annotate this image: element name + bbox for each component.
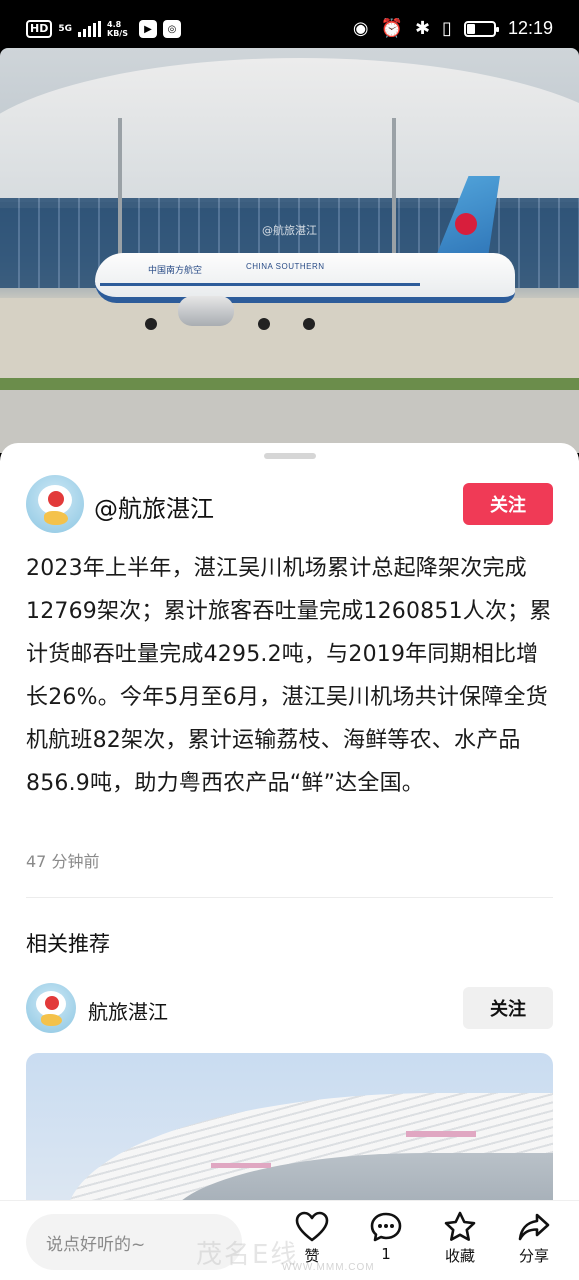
airplane [95,253,515,303]
image-watermark: @航旅湛江 [262,224,317,237]
author-avatar[interactable] [26,475,84,533]
landing-gear [145,318,157,330]
airline-logo [455,213,477,235]
airline-name-en: CHINA SOUTHERN [246,262,325,271]
site-watermark-url: WWW.MMM.COM [282,1262,375,1273]
landing-gear [258,318,270,330]
post-card: @航旅湛江 关注 2023年上半年，湛江吴川机场累计总起降架次完成12769架次… [0,443,579,1280]
grass-strip [0,378,579,390]
airplane-engine [178,296,234,326]
share-arrow-icon [518,1213,550,1241]
share-button[interactable]: 分享 [504,1211,564,1266]
app-notification-icon-2: ◎ [163,20,181,38]
post-hero-image[interactable]: 中国南方航空 CHINA SOUTHERN @航旅湛江 [0,48,579,453]
battery-icon [463,20,499,37]
comment-button[interactable]: 1 [356,1211,416,1263]
landing-gear [303,318,315,330]
alarm-icon: ⏰ [380,18,403,39]
roof-accent [406,1131,476,1137]
share-label: 分享 [518,1247,549,1265]
app-notification-icon: ▶ [139,20,157,38]
favorite-label: 收藏 [444,1247,475,1265]
related-author-avatar[interactable] [26,983,76,1033]
related-section-title: 相关推荐 [26,932,110,956]
status-bar-right: ◉ ⏰ ✱ ▯ 12:19 [353,18,553,39]
airplane-stripe [100,283,420,286]
vibrate-icon: ▯ [442,18,452,39]
roof-accent [211,1163,271,1168]
divider [26,897,553,898]
star-icon [444,1211,476,1241]
status-bar-left: HD 5G 4.8 KB/S ▶ ◎ [26,20,181,38]
heart-icon [295,1211,329,1242]
hd-badge: HD [26,20,53,38]
post-body: 2023年上半年，湛江吴川机场累计总起降架次完成12769架次；累计旅客吞吐量完… [26,556,552,796]
eye-comfort-icon: ◉ [352,18,369,39]
tarmac [0,298,579,378]
comment-bubble-icon [370,1212,402,1242]
network-type: 5G [58,23,72,34]
comment-count: 1 [381,1245,391,1263]
signal-icon [78,21,101,37]
network-speed: 4.8 KB/S [107,20,128,38]
post-timestamp: 47 分钟前 [26,852,100,871]
related-author-name[interactable]: 航旅湛江 [88,996,168,1025]
favorite-button[interactable]: 收藏 [430,1211,490,1266]
related-follow-button[interactable]: 关注 [463,987,553,1029]
bluetooth-icon: ✱ [414,18,431,39]
follow-button[interactable]: 关注 [463,483,553,525]
drag-handle[interactable] [264,453,316,459]
author-name[interactable]: @航旅湛江 [94,489,214,524]
battery-fill [466,23,475,34]
airline-name-cn: 中国南方航空 [148,266,203,276]
related-post-image[interactable] [26,1053,553,1223]
clock: 12:19 [507,18,553,38]
